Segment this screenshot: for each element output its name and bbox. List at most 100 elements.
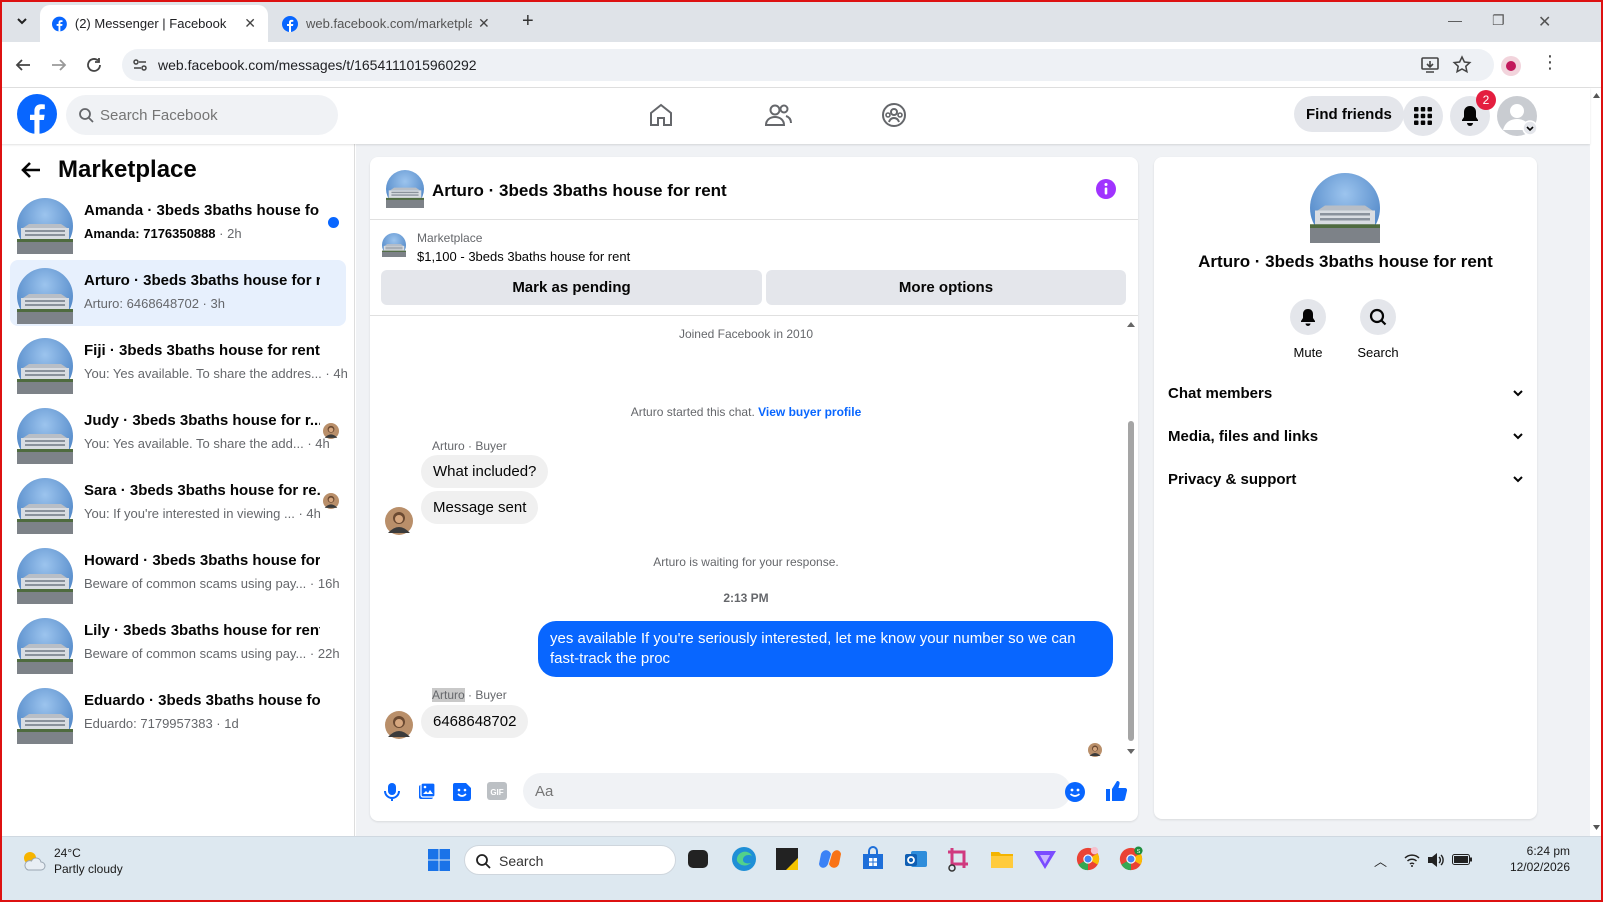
search-input[interactable] [100, 95, 330, 135]
friends-icon[interactable] [764, 102, 792, 128]
incoming-message[interactable]: 6468648702 [421, 705, 529, 738]
volume-icon[interactable] [1427, 852, 1445, 868]
conversation-name: Lily · 3beds 3baths house for rent [84, 622, 320, 639]
facebook-logo-icon[interactable] [17, 94, 57, 134]
taskbar-search[interactable]: Search [464, 845, 676, 875]
sticky-notes-icon[interactable] [774, 846, 800, 872]
snipping-tool-icon[interactable] [946, 846, 972, 872]
tab-marketplace[interactable]: web.facebook.com/marketplace ✕ [270, 5, 506, 42]
chrome-browser-icon[interactable] [1075, 846, 1101, 872]
file-explorer-icon[interactable] [989, 846, 1015, 872]
profile-avatar-icon[interactable] [1500, 55, 1522, 77]
weather-widget[interactable]: 24°C Partly cloudy [20, 845, 123, 877]
chrome-profile-icon[interactable]: S [1118, 846, 1144, 872]
privacy-support-row[interactable]: Privacy & support [1168, 461, 1524, 497]
chat-members-row[interactable]: Chat members [1168, 375, 1524, 411]
message-input[interactable] [535, 773, 1035, 809]
forward-icon[interactable] [50, 56, 68, 74]
conversation-preview: Beware of common scams using pay... · 16… [84, 576, 340, 591]
temperature: 24°C [54, 846, 81, 860]
copilot-icon[interactable] [817, 846, 843, 872]
close-tab-icon[interactable]: ✕ [478, 15, 490, 32]
home-icon[interactable] [648, 102, 674, 128]
more-options-button[interactable]: More options [766, 270, 1126, 305]
listing-thumbnail [17, 478, 73, 534]
sender-avatar[interactable] [385, 507, 413, 535]
message-list[interactable]: Joined Facebook in 2010 Arturo started t… [370, 317, 1138, 765]
conversation-item[interactable]: Judy · 3beds 3baths house for r... You: … [10, 400, 346, 466]
sender-label: Arturo · Buyer [432, 688, 507, 702]
edge-browser-icon[interactable] [731, 846, 757, 872]
listing-title[interactable]: $1,100 - 3beds 3baths house for rent [417, 249, 630, 264]
bookmark-star-icon[interactable] [1452, 55, 1472, 75]
facebook-favicon-icon [52, 16, 67, 31]
tab-messenger[interactable]: (2) Messenger | Facebook ✕ [40, 5, 268, 42]
gif-icon[interactable]: GIF [487, 782, 507, 800]
chat-scrollbar[interactable] [1124, 317, 1138, 765]
conversation-item[interactable]: Fiji · 3beds 3baths house for rent You: … [10, 330, 348, 396]
groups-icon[interactable] [881, 102, 907, 128]
back-arrow-icon[interactable] [20, 160, 42, 180]
close-tab-icon[interactable]: ✕ [244, 15, 256, 32]
close-window-icon[interactable]: ✕ [1538, 12, 1551, 32]
search-conversation-button[interactable]: Search [1343, 299, 1413, 360]
system-clock[interactable]: 6:24 pm 12/02/2026 [1480, 843, 1570, 875]
incoming-message[interactable]: Message sent [421, 491, 539, 524]
url-field[interactable]: web.facebook.com/messages/t/165411101596… [122, 49, 1494, 81]
facebook-search[interactable] [66, 95, 338, 135]
emoji-icon[interactable] [1065, 782, 1085, 802]
joined-info: Joined Facebook in 2010 [678, 327, 814, 341]
account-avatar[interactable] [1497, 96, 1537, 136]
browser-menu-icon[interactable]: ⋮ [1541, 52, 1559, 73]
conversation-item[interactable]: Arturo · 3beds 3baths house for rent Art… [10, 260, 346, 326]
reload-icon[interactable] [85, 56, 103, 74]
mark-as-pending-button[interactable]: Mark as pending [381, 270, 762, 305]
view-buyer-profile-link[interactable]: View buyer profile [758, 405, 861, 419]
seen-avatar [1088, 743, 1102, 757]
wifi-icon[interactable] [1404, 853, 1420, 867]
microphone-icon[interactable] [384, 782, 400, 802]
seen-avatar [323, 493, 339, 509]
conversation-item[interactable]: Sara · 3beds 3baths house for re... You:… [10, 470, 346, 536]
minimize-icon[interactable]: — [1448, 12, 1462, 28]
microsoft-store-icon[interactable] [860, 846, 886, 872]
photo-icon[interactable] [418, 782, 436, 800]
restore-icon[interactable]: ❐ [1492, 12, 1505, 29]
vpn-app-icon[interactable] [1032, 846, 1058, 872]
site-info-icon[interactable] [132, 57, 148, 73]
conversation-preview: Arturo: 6468648702 · 3h [84, 296, 225, 311]
chat-title[interactable]: Arturo · 3beds 3baths house for rent [432, 181, 727, 201]
windows-start-icon[interactable] [427, 848, 451, 872]
conversation-item[interactable]: Amanda · 3beds 3baths house for rent Ama… [10, 190, 346, 256]
tab-search-chevron-icon[interactable] [10, 9, 34, 33]
outgoing-message[interactable]: yes available If you're seriously intere… [538, 621, 1113, 677]
listing-thumbnail [17, 198, 73, 254]
message-input-box[interactable] [523, 773, 1085, 809]
battery-icon[interactable] [1452, 854, 1472, 865]
incoming-message[interactable]: What included? [421, 455, 549, 488]
conversation-item[interactable]: Lily · 3beds 3baths house for rent Bewar… [10, 610, 346, 676]
outlook-icon[interactable] [903, 846, 929, 872]
page-scrollbar[interactable] [1590, 88, 1603, 836]
install-app-icon[interactable] [1420, 55, 1440, 75]
new-tab-icon[interactable]: + [522, 10, 534, 33]
sticker-icon[interactable] [452, 782, 472, 802]
mute-label: Mute [1293, 345, 1323, 360]
conversation-item[interactable]: Eduardo · 3beds 3baths house for ... Edu… [10, 680, 346, 746]
show-hidden-icons-icon[interactable]: ︿ [1374, 851, 1387, 870]
listing-thumbnail [17, 618, 73, 674]
find-friends-button[interactable]: Find friends [1294, 96, 1404, 132]
menu-grid-icon[interactable] [1403, 96, 1443, 136]
media-files-links-row[interactable]: Media, files and links [1168, 418, 1524, 454]
thumbs-up-icon[interactable] [1104, 779, 1128, 803]
back-icon[interactable] [14, 56, 32, 74]
sidebar-title: Marketplace [58, 156, 197, 183]
mute-button[interactable]: Mute [1273, 299, 1343, 360]
sender-avatar[interactable] [385, 711, 413, 739]
conversation-item[interactable]: Howard · 3beds 3baths house for r... Bew… [10, 540, 346, 606]
details-avatar[interactable] [1310, 173, 1380, 243]
task-view-icon[interactable] [688, 850, 708, 868]
chat-avatar[interactable] [386, 170, 424, 208]
conversation-preview: You: Yes available. To share the addres.… [84, 366, 348, 381]
info-icon[interactable] [1096, 179, 1116, 199]
